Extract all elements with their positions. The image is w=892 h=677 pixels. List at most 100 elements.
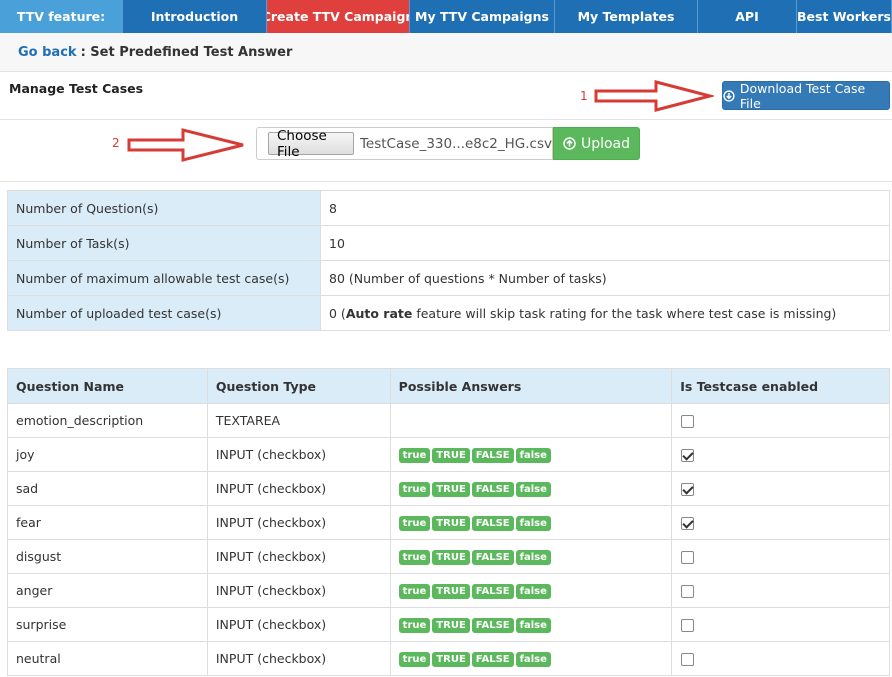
- table-row: neutral INPUT (checkbox) true TRUE FALSE fals…: [7, 641, 890, 676]
- header-testcase-enabled: Is Testcase enabled: [671, 368, 890, 404]
- stats-label: Number of maximum allowable test case(s): [7, 260, 321, 296]
- question-name: anger: [7, 573, 208, 608]
- possible-answers: true TRUE FALSE false: [389, 539, 673, 574]
- question-type: INPUT (checkbox): [206, 437, 391, 472]
- answer-badge: FALSE: [471, 550, 514, 565]
- upload-button-label: Upload: [580, 135, 631, 152]
- testcase-enabled-cell: [671, 539, 890, 574]
- annotation-arrow-2: [127, 128, 244, 162]
- stats-table: Number of Question(s) 8 Number of Task(s…: [7, 190, 890, 331]
- answer-badge: TRUE: [432, 448, 470, 463]
- answer-badge: false: [515, 550, 551, 565]
- answer-badge: TRUE: [432, 618, 470, 633]
- testcase-enabled-checkbox[interactable]: [681, 517, 695, 530]
- testcase-enabled-cell: [671, 471, 890, 506]
- testcase-enabled-checkbox[interactable]: [681, 551, 695, 564]
- testcase-enabled-checkbox[interactable]: [681, 585, 695, 598]
- stats-row: Number of Question(s) 8: [7, 190, 890, 226]
- auto-rate-note: feature will skip task rating for the ta…: [412, 305, 837, 321]
- answer-badge: FALSE: [471, 652, 514, 667]
- testcase-enabled-checkbox[interactable]: [681, 415, 695, 428]
- testcase-enabled-cell: [671, 437, 890, 472]
- possible-answers: [389, 403, 673, 438]
- table-row: anger INPUT (checkbox) true TRUE FALSE false: [7, 573, 890, 608]
- upload-button[interactable]: Upload: [553, 127, 640, 160]
- question-type: INPUT (checkbox): [206, 539, 391, 574]
- stats-value: 80 (Number of questions * Number of task…: [320, 260, 890, 296]
- page-title: : Set Predefined Test Answer: [80, 44, 293, 60]
- stats-label: Number of Task(s): [7, 225, 321, 261]
- stats-row: Number of Task(s) 10: [7, 225, 890, 261]
- stats-row: Number of uploaded test case(s) 0 (Auto …: [7, 295, 890, 331]
- uploaded-count: 0 (: [329, 305, 346, 321]
- nav-introduction[interactable]: Introduction: [123, 0, 267, 33]
- question-name: sad: [7, 471, 208, 506]
- testcase-enabled-checkbox[interactable]: [681, 619, 695, 632]
- go-back-link[interactable]: Go back: [18, 45, 77, 60]
- choose-file-button[interactable]: Choose File: [268, 128, 354, 160]
- download-button-label: Download Test Case File: [739, 80, 866, 111]
- answer-badge: TRUE: [432, 652, 470, 667]
- possible-answers: true TRUE FALSE false: [389, 641, 673, 676]
- answer-badge: FALSE: [471, 584, 514, 599]
- answer-badge: false: [515, 618, 551, 633]
- answer-badge: TRUE: [432, 584, 470, 599]
- question-name: joy: [7, 437, 208, 472]
- nav-best-workers[interactable]: Best Workers: [797, 0, 892, 33]
- nav-create-campaign[interactable]: Create TTV Campaign: [267, 0, 410, 33]
- answer-badge: false: [515, 448, 551, 463]
- stats-label: Number of uploaded test case(s): [7, 295, 321, 331]
- answer-badge: true: [398, 482, 431, 497]
- nav-my-templates[interactable]: My Templates: [555, 0, 698, 33]
- question-name: emotion_description: [7, 403, 208, 438]
- nav-api[interactable]: API: [698, 0, 797, 33]
- download-test-case-button[interactable]: Download Test Case File: [722, 80, 890, 111]
- question-type: INPUT (checkbox): [206, 573, 391, 608]
- annotation-1: 1: [580, 89, 588, 103]
- header-question-type: Question Type: [206, 368, 391, 404]
- answer-badge: TRUE: [432, 550, 470, 565]
- table-header-row: Question Name Question Type Possible Ans…: [7, 368, 890, 404]
- stats-value: 10: [320, 225, 890, 261]
- question-type: INPUT (checkbox): [206, 607, 391, 642]
- testcase-enabled-checkbox[interactable]: [681, 653, 695, 666]
- question-type: TEXTAREA: [206, 403, 391, 438]
- answer-badge: true: [398, 550, 431, 565]
- testcase-enabled-cell: [671, 505, 890, 540]
- answer-badge: true: [398, 448, 431, 463]
- answer-badge: FALSE: [471, 516, 514, 531]
- question-type: INPUT (checkbox): [206, 471, 391, 506]
- question-type: INPUT (checkbox): [206, 641, 391, 676]
- upload-circle-icon: [563, 137, 576, 150]
- testcase-enabled-checkbox[interactable]: [681, 449, 695, 462]
- possible-answers: true TRUE FALSE false: [389, 607, 673, 642]
- nav-my-campaigns[interactable]: My TTV Campaigns: [410, 0, 555, 33]
- answer-badge: true: [398, 516, 431, 531]
- table-row: disgust INPUT (checkbox) true TRUE FALSE fals…: [7, 539, 890, 574]
- stats-value: 8: [320, 190, 890, 226]
- answer-badge: FALSE: [471, 618, 514, 633]
- selected-file-name: TestCase_330...e8c2_HG.csv: [359, 135, 552, 152]
- stats-label: Number of Question(s): [7, 190, 321, 226]
- table-row: sad INPUT (checkbox) true TRUE FALSE false: [7, 471, 890, 506]
- answer-badge: false: [515, 482, 551, 497]
- answer-badge: true: [398, 618, 431, 633]
- testcase-enabled-cell: [671, 403, 890, 438]
- breadcrumb: Go back : Set Predefined Test Answer: [0, 33, 892, 72]
- header-possible-answers: Possible Answers: [389, 368, 673, 404]
- question-name: neutral: [7, 641, 208, 676]
- testcase-enabled-checkbox[interactable]: [681, 483, 695, 496]
- header-question-name: Question Name: [7, 368, 208, 404]
- question-name: fear: [7, 505, 208, 540]
- possible-answers: true TRUE FALSE false: [389, 471, 673, 506]
- answer-badge: true: [398, 652, 431, 667]
- manage-section: Manage Test Cases 1 Download Test Case F…: [0, 72, 892, 120]
- answer-badge: TRUE: [432, 482, 470, 497]
- testcase-enabled-cell: [671, 573, 890, 608]
- upload-row: 2 Choose File TestCase_330...e8c2_HG.csv…: [0, 120, 892, 182]
- nav-feature-label: TTV feature:: [0, 0, 123, 33]
- possible-answers: true TRUE FALSE false: [389, 437, 673, 472]
- section-title: Manage Test Cases: [9, 81, 144, 96]
- answer-badge: TRUE: [432, 516, 470, 531]
- file-input[interactable]: Choose File TestCase_330...e8c2_HG.csv: [256, 127, 553, 160]
